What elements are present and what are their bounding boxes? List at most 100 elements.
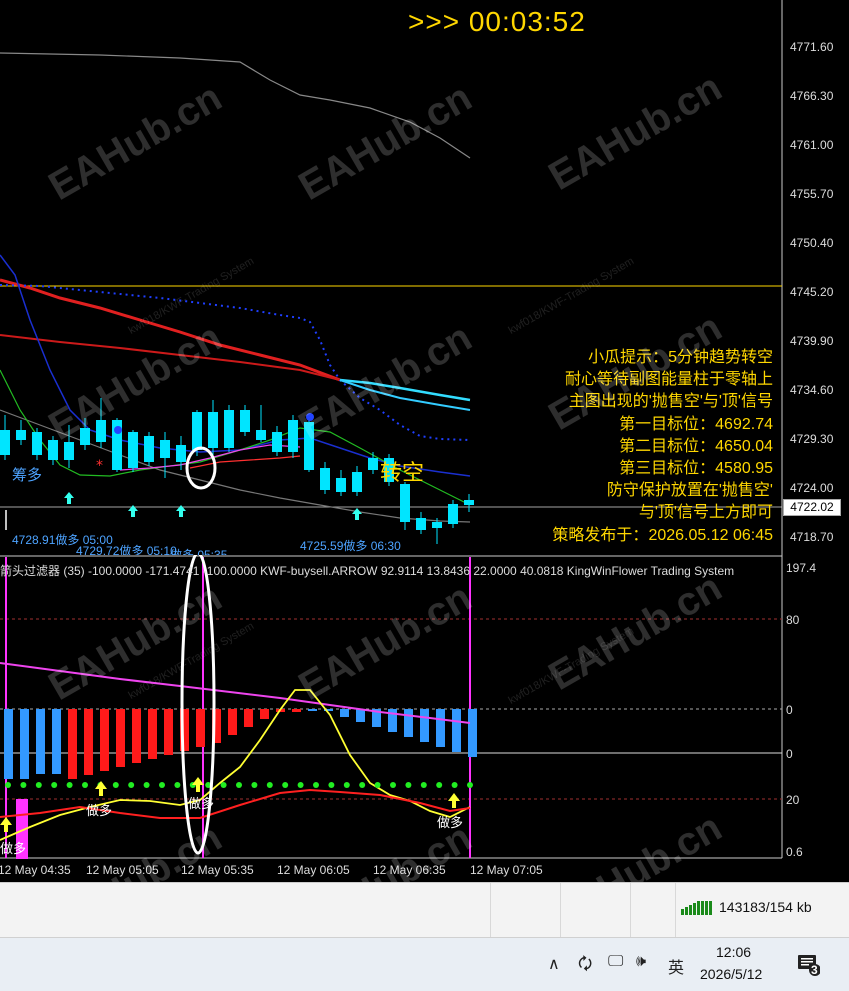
price-axis-label: 4755.70 (790, 187, 834, 201)
ime-indicator[interactable]: 英 (668, 954, 684, 978)
green-dot (66, 782, 73, 788)
chip-long-label: 筹多 (12, 467, 43, 484)
network-icon[interactable]: 🖵 (608, 953, 623, 971)
candle-body (144, 436, 154, 462)
target-3: 第三目标位：4580.95 (619, 460, 773, 478)
candle-body (160, 440, 170, 458)
green-dot (343, 782, 350, 788)
taskbar: 143183/154 kb ∧ 🗘 🖵 🕪 英 12:06 2026/5/12 … (0, 882, 849, 991)
clock-date[interactable]: 2026/5/12 (700, 966, 762, 982)
green-dot (313, 782, 319, 788)
histogram-bar (292, 709, 301, 712)
clock-time[interactable]: 12:06 (716, 944, 751, 960)
sub-axis-label: 20 (786, 793, 800, 807)
candle-body (416, 518, 426, 530)
volume-icon[interactable]: 🕪 (636, 953, 646, 971)
candle-body (256, 430, 266, 440)
current-price-tag: 4722.02 (783, 499, 841, 516)
candle-body (128, 432, 138, 468)
price-axis-label: 4745.20 (790, 285, 834, 299)
signal-dot (114, 426, 122, 434)
candle-body (32, 432, 42, 455)
histogram-bar (260, 709, 269, 719)
green-dot (374, 782, 381, 788)
histogram-bar (116, 709, 125, 767)
time-axis-label: 12 May 05:35 (181, 863, 254, 877)
sub-axis-label: 80 (786, 613, 800, 627)
sub-axis-label: 0 (786, 747, 793, 761)
notification-count: 3 (811, 963, 818, 977)
histogram-bar (420, 709, 429, 742)
sub-axis-label: 0 (786, 703, 793, 717)
time-axis-label: 12 May 07:05 (470, 863, 543, 877)
price-axis-label: 4734.60 (790, 383, 834, 397)
histogram-bar (84, 709, 93, 775)
candle-body (352, 472, 362, 492)
time-axis-label: 12 May 06:35 (373, 863, 446, 877)
histogram-bar (100, 709, 109, 771)
candle-body (240, 410, 250, 432)
sub-axis-label: 0.6 (786, 845, 803, 859)
candle-body (192, 412, 202, 450)
histogram-bar (244, 709, 253, 727)
green-dot (51, 782, 58, 788)
histogram-bar (340, 709, 349, 717)
buy-label: 做多 (0, 841, 27, 856)
price-axis-label: 4739.90 (790, 334, 834, 348)
histogram-bar (20, 709, 29, 779)
candle-body (64, 442, 74, 460)
buy-signal-label: 4725.59做多 06:30 (300, 539, 401, 553)
candle-body (432, 522, 442, 528)
star-marker: * (96, 458, 103, 474)
candle-body (80, 428, 90, 445)
green-dot (174, 782, 181, 788)
candle-body (208, 412, 218, 448)
histogram-bar (52, 709, 61, 774)
candle-body (96, 420, 106, 442)
green-dot (159, 782, 165, 788)
tip-line: 耐心等待副图能量柱于零轴上 (564, 371, 773, 389)
connection-bars-icon (681, 901, 712, 915)
time-axis-label: 12 May 05:05 (86, 863, 159, 877)
indicator-subchart[interactable] (0, 555, 849, 882)
green-dot (328, 782, 335, 788)
chevron-up-icon[interactable]: ∧ (548, 954, 560, 974)
histogram-bar (228, 709, 237, 735)
turn-short-label: 转空 (380, 460, 425, 485)
tip-line: 小瓜提示：5分钟趋势转空 (588, 349, 773, 366)
price-axis-label: 4771.60 (790, 40, 834, 54)
green-dot (82, 782, 88, 788)
signal-dot (306, 413, 314, 421)
histogram-bar (308, 709, 317, 711)
time-axis-label: 12 May 04:35 (0, 863, 71, 877)
histogram-bar (36, 709, 45, 774)
price-axis-label: 4724.00 (790, 481, 834, 495)
tip-line: 主图出现的'抛售空'与'顶'信号 (568, 393, 773, 411)
histogram-bar (436, 709, 445, 747)
histogram-bar (404, 709, 413, 737)
app-tray-icon[interactable]: 🗘 (578, 953, 592, 980)
green-dot (359, 782, 366, 788)
price-axis-label: 4750.40 (790, 236, 834, 250)
tip-line: 与'顶'信号上方即可 (638, 504, 773, 522)
time-axis-label: 12 May 06:05 (277, 863, 350, 877)
candle-body (336, 478, 346, 492)
green-dot (266, 782, 273, 788)
green-dot (436, 782, 443, 788)
price-axis-label: 4729.30 (790, 432, 834, 446)
candle-body (288, 420, 298, 452)
histogram-bar (148, 709, 157, 759)
green-dot (112, 782, 119, 788)
green-dot (5, 782, 11, 788)
target-1: 第一目标位：4692.74 (619, 415, 773, 433)
histogram-bar (68, 709, 77, 779)
green-dot (128, 782, 135, 788)
publish-time: 策略发布于：2026.05.12 06:45 (552, 526, 773, 544)
histogram-bar (164, 709, 173, 755)
green-dot (282, 782, 289, 788)
candle-body (304, 422, 314, 470)
candle-body (320, 468, 330, 490)
green-dot (297, 782, 304, 788)
buy-label: 做多 (188, 796, 215, 811)
candle-body (16, 430, 26, 440)
